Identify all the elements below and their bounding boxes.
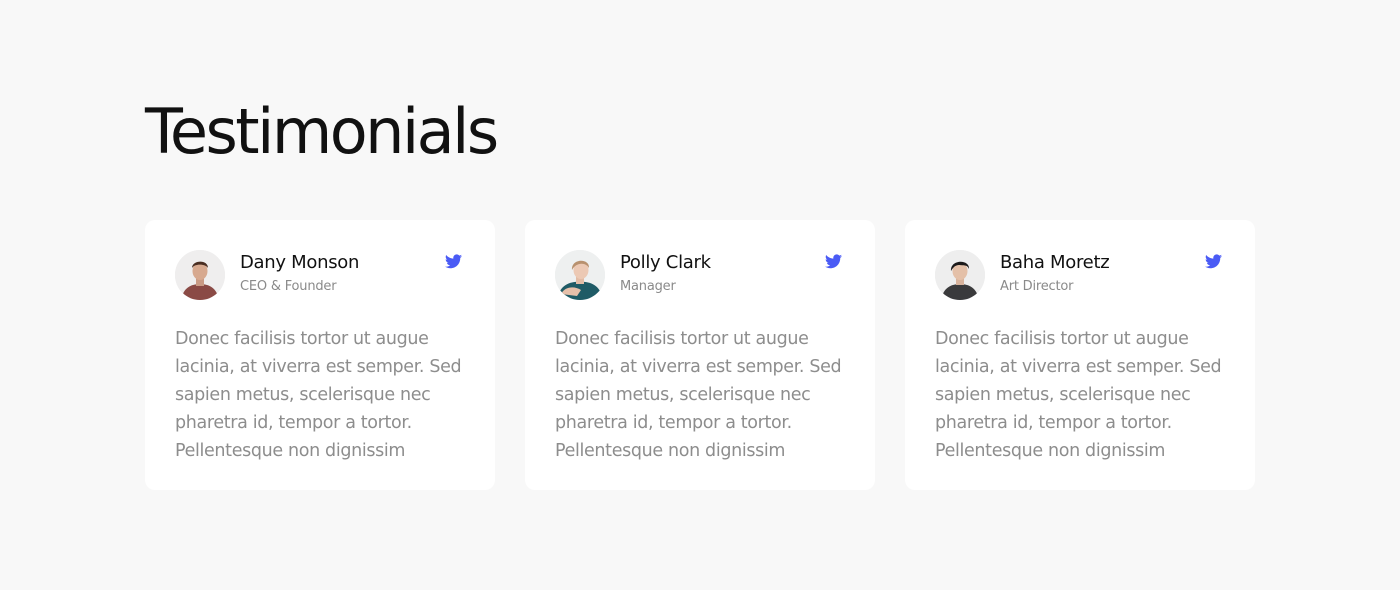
author-name: Baha Moretz [1000, 252, 1110, 273]
testimonial-card: Dany Monson CEO & Founder Donec facilisi… [145, 220, 495, 490]
testimonial-quote: Donec facilisis tortor ut augue lacinia,… [935, 329, 1222, 461]
card-header: Baha Moretz Art Director [935, 250, 1225, 300]
twitter-icon[interactable] [825, 254, 842, 269]
testimonial-quote: Donec facilisis tortor ut augue lacinia,… [555, 329, 842, 461]
author-role: CEO & Founder [240, 279, 337, 294]
twitter-icon[interactable] [1205, 254, 1222, 269]
testimonial-card: Baha Moretz Art Director Donec facilisis… [905, 220, 1255, 490]
author-role: Art Director [1000, 279, 1074, 294]
author-role: Manager [620, 279, 676, 294]
twitter-icon[interactable] [445, 254, 462, 269]
avatar [555, 250, 605, 300]
section-title: Testimonials [145, 95, 499, 168]
author-name: Dany Monson [240, 252, 360, 273]
avatar [935, 250, 985, 300]
testimonials-section: Testimonials Dany Monson CEO & Founder D… [0, 0, 1400, 590]
testimonial-card: Polly Clark Manager Donec facilisis tort… [525, 220, 875, 490]
card-header: Polly Clark Manager [555, 250, 845, 300]
testimonial-quote: Donec facilisis tortor ut augue lacinia,… [175, 329, 462, 461]
testimonial-cards: Dany Monson CEO & Founder Donec facilisi… [145, 220, 1255, 490]
card-header: Dany Monson CEO & Founder [175, 250, 465, 300]
author-name: Polly Clark [620, 252, 711, 273]
avatar [175, 250, 225, 300]
